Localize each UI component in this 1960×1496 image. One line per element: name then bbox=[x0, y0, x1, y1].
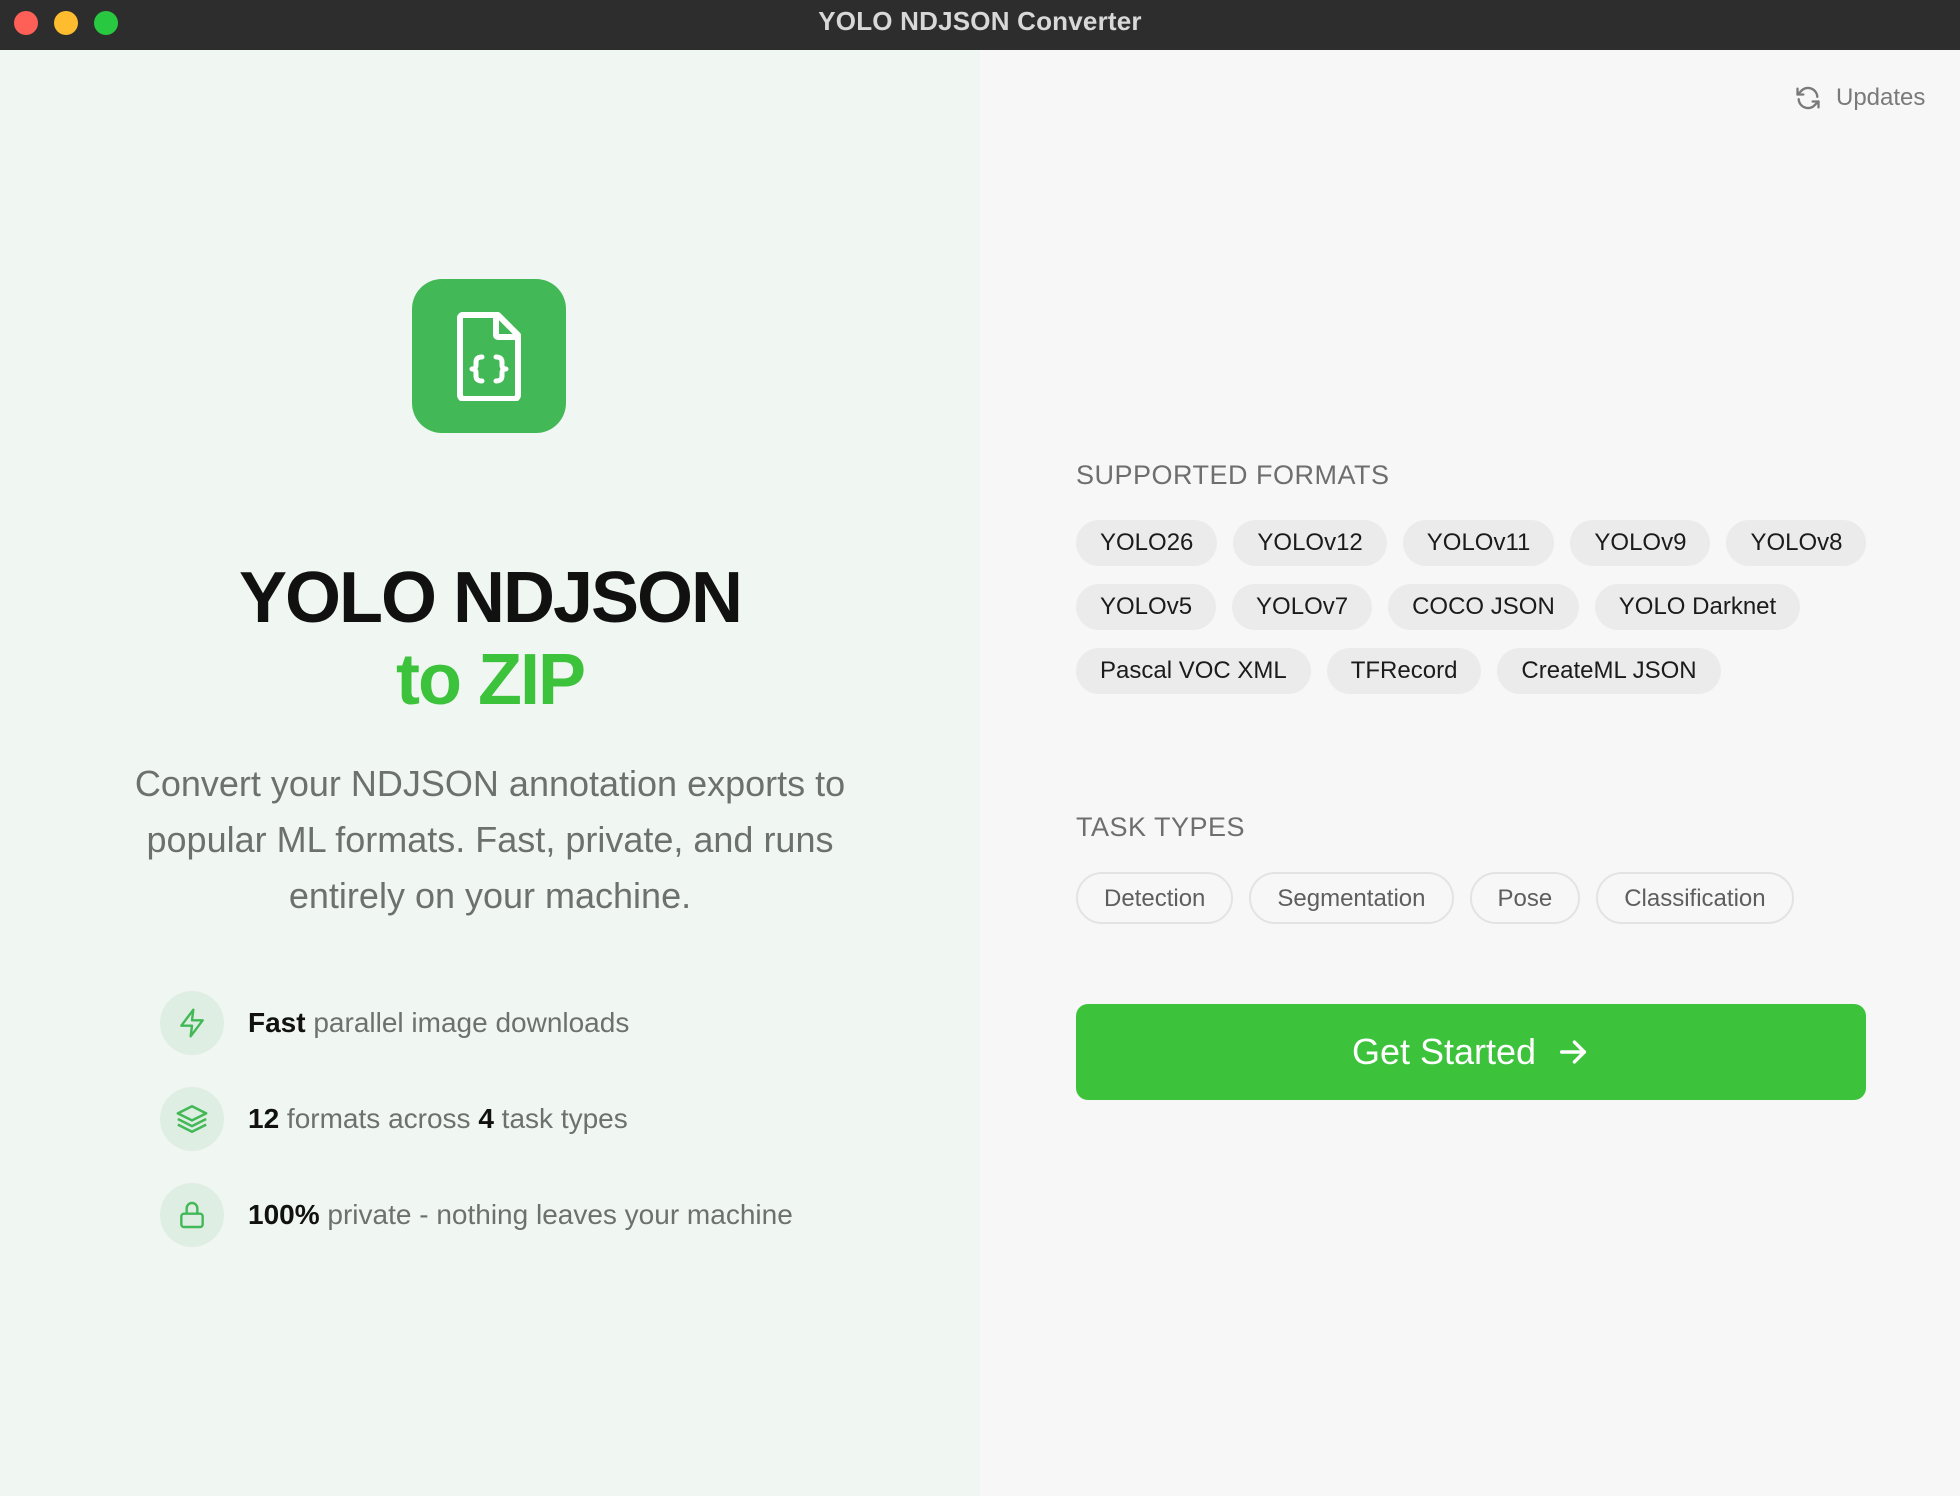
feature-text-run: formats across bbox=[279, 1103, 479, 1134]
options-panel bbox=[980, 50, 1960, 1496]
format-chip: YOLOv11 bbox=[1402, 520, 1555, 566]
feature-highlight: Fast bbox=[248, 1007, 306, 1038]
updates-button[interactable]: Updates bbox=[1794, 80, 1925, 116]
format-chip: YOLOv7 bbox=[1232, 584, 1373, 630]
formats-heading: SUPPORTED FORMATS bbox=[1076, 460, 1390, 490]
feature-item: Fast parallel image downloads bbox=[160, 991, 920, 1055]
window-title: YOLO NDJSON Converter bbox=[818, 6, 1142, 36]
refresh-icon bbox=[1796, 86, 1820, 110]
task-types-heading: TASK TYPES bbox=[1076, 812, 1246, 842]
task-type-chip: Segmentation bbox=[1249, 872, 1454, 924]
feature-text: Fast parallel image downloads bbox=[248, 991, 629, 1055]
feature-text-run: task types bbox=[493, 1103, 628, 1134]
task-type-list: Detection Segmentation Pose Classification bbox=[1076, 872, 1876, 924]
format-chip: YOLOv12 bbox=[1233, 520, 1387, 566]
feature-text-run: private - nothing leaves your machine bbox=[319, 1199, 793, 1230]
task-type-chip: Classification bbox=[1596, 872, 1794, 924]
format-chip: YOLOv9 bbox=[1570, 520, 1711, 566]
updates-label: Updates bbox=[1836, 84, 1926, 111]
feature-item: 12 formats across 4 task types bbox=[160, 1087, 920, 1151]
feature-highlight: 4 bbox=[478, 1103, 494, 1134]
file-json-icon bbox=[456, 312, 521, 401]
format-chip: YOLO Darknet bbox=[1594, 584, 1801, 630]
get-started-button[interactable]: Get Started bbox=[1076, 1004, 1866, 1100]
arrow-right-icon bbox=[1560, 1040, 1587, 1064]
lightning-icon bbox=[160, 991, 224, 1055]
format-chip: CreateML JSON bbox=[1497, 648, 1721, 694]
task-type-chip: Pose bbox=[1469, 872, 1581, 924]
feature-text: 100% private - nothing leaves your machi… bbox=[248, 1183, 793, 1247]
title-bar: YOLO NDJSON Converter bbox=[0, 0, 1960, 50]
format-chip: Pascal VOC XML bbox=[1076, 648, 1311, 694]
feature-text-run: parallel image downloads bbox=[305, 1007, 630, 1038]
hero-description: Convert your NDJSON annotation exports t… bbox=[134, 763, 846, 916]
task-type-chip: Detection bbox=[1076, 872, 1234, 924]
format-list: YOLO26 YOLOv12 YOLOv11 YOLOv9 YOLOv8 YOLOv5 YO… bbox=[1076, 520, 1876, 694]
app-icon bbox=[412, 279, 566, 433]
feature-highlight: 12 bbox=[248, 1103, 280, 1134]
layers-icon bbox=[160, 1087, 224, 1151]
lock-icon bbox=[160, 1183, 224, 1247]
format-chip: YOLO26 bbox=[1076, 520, 1218, 566]
hero-title-accent: to ZIP bbox=[396, 640, 586, 720]
hero-title: YOLO NDJSON bbox=[238, 558, 743, 638]
feature-highlight: 100% bbox=[248, 1199, 320, 1230]
format-chip: YOLOv5 bbox=[1076, 584, 1217, 630]
format-chip: COCO JSON bbox=[1388, 584, 1579, 630]
feature-item: 100% private - nothing leaves your machi… bbox=[160, 1183, 920, 1247]
feature-text: 12 formats across 4 task types bbox=[248, 1087, 628, 1151]
get-started-label: Get Started bbox=[1351, 1031, 1537, 1072]
format-chip: YOLOv8 bbox=[1726, 520, 1867, 566]
format-chip: TFRecord bbox=[1326, 648, 1482, 694]
